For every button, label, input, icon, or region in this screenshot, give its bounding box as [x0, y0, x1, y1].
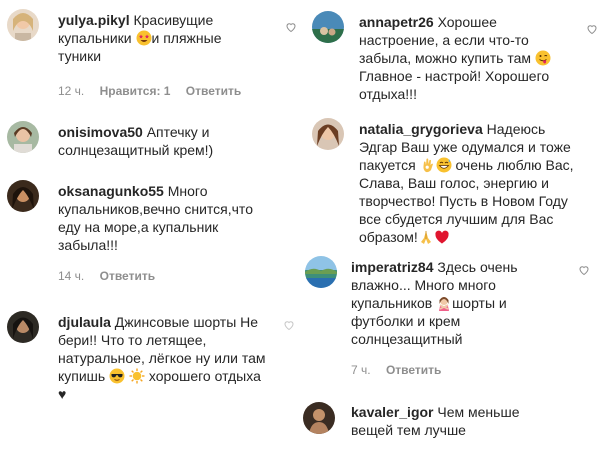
- comment-text: annapetr26 Хорошее настроение, а если чт…: [359, 13, 579, 103]
- comment-item: onisimova50 Аптечку и солнцезащитный кре…: [0, 114, 305, 170]
- red-heart-emoji: [434, 229, 450, 245]
- pray-emoji: [418, 229, 434, 245]
- sunglasses-emoji: [109, 368, 125, 384]
- star-struck-emoji: [136, 30, 152, 46]
- comment-text: imperatriz84 Здесь очень влажно... Много…: [351, 258, 571, 348]
- comment-username[interactable]: djulaula: [58, 314, 111, 330]
- reply-button[interactable]: Ответить: [100, 269, 155, 283]
- comment-time[interactable]: 12 ч.: [58, 84, 84, 98]
- like-heart-icon[interactable]: [586, 23, 600, 37]
- avatar[interactable]: [7, 121, 39, 153]
- comment-item: kavaler_igor Чем меньше вещей тем лучше: [303, 395, 611, 450]
- comment-username[interactable]: yulya.pikyl: [58, 12, 130, 28]
- reply-button[interactable]: Ответить: [186, 84, 241, 98]
- comment-meta: 7 ч. Ответить: [351, 363, 453, 377]
- comment-text: oksanagunko55 Много купальников,вечно сн…: [58, 182, 258, 254]
- avatar[interactable]: [303, 402, 335, 434]
- like-heart-icon[interactable]: [578, 264, 592, 278]
- avatar[interactable]: [312, 118, 344, 150]
- comment-body-end: хорошего отдыха: [148, 368, 261, 384]
- avatar[interactable]: [7, 311, 39, 343]
- comment-username[interactable]: onisimova50: [58, 124, 143, 140]
- comment-text: kavaler_igor Чем меньше вещей тем лучше: [351, 403, 551, 439]
- grin-sweat-emoji: [436, 157, 452, 173]
- comment-item: oksanagunko55 Много купальников,вечно сн…: [0, 172, 305, 292]
- comment-username[interactable]: natalia_grygorieva: [359, 121, 483, 137]
- sun-emoji: [129, 368, 145, 384]
- like-heart-icon[interactable]: [285, 21, 299, 35]
- comment-username[interactable]: oksanagunko55: [58, 183, 164, 199]
- comment-item: yulya.pikyl Красивущие купальники и пляж…: [0, 0, 305, 110]
- comment-item: natalia_grygorieva Надеюсь Эдгар Ваш уже…: [305, 110, 611, 250]
- comment-text: onisimova50 Аптечку и солнцезащитный кре…: [58, 123, 238, 159]
- ok-hand-emoji: [420, 157, 436, 173]
- like-heart-icon[interactable]: [283, 319, 297, 333]
- comment-text: yulya.pikyl Красивущие купальники и пляж…: [58, 11, 258, 65]
- tongue-wink-emoji: [535, 50, 551, 66]
- comment-item: annapetr26 Хорошее настроение, а если чт…: [305, 0, 611, 110]
- likes-count[interactable]: Нравится: 1: [100, 84, 171, 98]
- avatar[interactable]: [305, 256, 337, 288]
- comment-time[interactable]: 7 ч.: [351, 363, 371, 377]
- avatar[interactable]: [7, 9, 39, 41]
- comment-username[interactable]: kavaler_igor: [351, 404, 434, 420]
- person-gesturing-no-emoji: [436, 295, 452, 311]
- comment-text: natalia_grygorieva Надеюсь Эдгар Ваш уже…: [359, 120, 574, 246]
- comment-meta: 14 ч. Ответить: [58, 269, 167, 283]
- comment-meta: 12 ч. Нравится: 1 Ответить: [58, 84, 253, 98]
- comment-body-end: Главное - настрой! Хорошего отдыха!!!: [359, 68, 550, 102]
- comment-text: djulaula Джинсовые шорты Не бери!! Что т…: [58, 313, 273, 403]
- comment-username[interactable]: annapetr26: [359, 14, 434, 30]
- comment-username[interactable]: imperatriz84: [351, 259, 433, 275]
- reply-button[interactable]: Ответить: [386, 363, 441, 377]
- comment-body-tail: ♥: [58, 386, 67, 402]
- comment-item: imperatriz84 Здесь очень влажно... Много…: [305, 250, 611, 390]
- comment-time[interactable]: 14 ч.: [58, 269, 84, 283]
- comment-item: djulaula Джинсовые шорты Не бери!! Что т…: [0, 305, 305, 445]
- avatar[interactable]: [312, 11, 344, 43]
- avatar[interactable]: [7, 180, 39, 212]
